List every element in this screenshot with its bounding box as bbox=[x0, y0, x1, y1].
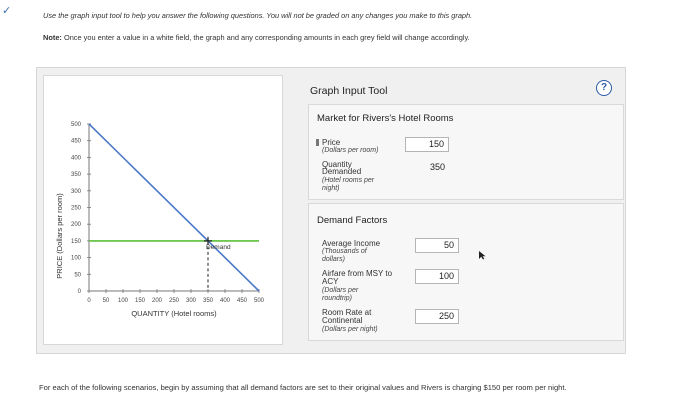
note-body: Once you enter a value in a white field,… bbox=[63, 33, 470, 42]
demand-factors-title: Demand Factors bbox=[317, 215, 388, 226]
quantity-demanded-unit-2: night) bbox=[322, 185, 340, 192]
price-marker-icon bbox=[316, 139, 319, 146]
graph-panel: 0 50 100 150 200 250 300 350 400 450 500 0 50 100 150 2… bbox=[43, 75, 283, 345]
demand-curve-label: Demand bbox=[206, 244, 231, 251]
y-tick-label: 200 bbox=[71, 222, 82, 228]
room-rate-unit: (Dollars per night) bbox=[322, 326, 378, 333]
room-rate-label-2: Continental bbox=[322, 316, 363, 325]
x-tick-label: 0 bbox=[87, 298, 91, 304]
y-tick-label: 150 bbox=[71, 239, 82, 245]
demand-graph[interactable]: 0 50 100 150 200 250 300 350 400 450 500 0 50 100 150 2… bbox=[44, 76, 284, 346]
airfare-unit-1: (Dollars per bbox=[322, 287, 359, 294]
x-tick-label: 500 bbox=[254, 298, 265, 304]
note-text: Note: Once you enter a value in a white … bbox=[43, 33, 470, 42]
income-unit-1: (Thousands of bbox=[322, 248, 367, 255]
x-tick-label: 100 bbox=[118, 298, 129, 304]
note-label: Note: bbox=[43, 33, 62, 42]
income-label: Average Income bbox=[322, 239, 381, 248]
x-tick-label: 450 bbox=[237, 298, 248, 304]
x-tick-label: 350 bbox=[203, 298, 214, 304]
room-rate-field[interactable]: 250 bbox=[415, 309, 459, 324]
y-tick-label: 350 bbox=[71, 172, 82, 178]
tool-title: Graph Input Tool bbox=[310, 85, 388, 97]
airfare-label-2: ACY bbox=[322, 277, 339, 286]
airfare-field[interactable]: 100 bbox=[415, 269, 459, 284]
y-tick-label: 100 bbox=[71, 256, 82, 262]
x-tick-label: 50 bbox=[103, 298, 110, 304]
quantity-demanded-value: 350 bbox=[429, 162, 445, 172]
quantity-demanded-unit-1: (Hotel rooms per bbox=[322, 177, 375, 184]
x-axis-label: QUANTITY (Hotel rooms) bbox=[131, 309, 217, 318]
check-icon: ✓ bbox=[2, 5, 12, 17]
y-tick-label: 500 bbox=[71, 122, 82, 128]
x-tick-label: 150 bbox=[135, 298, 146, 304]
price-unit: (Dollars per room) bbox=[322, 147, 379, 154]
x-tick-label: 400 bbox=[220, 298, 231, 304]
help-icon[interactable]: ? bbox=[596, 80, 612, 96]
y-tick-label: 450 bbox=[71, 139, 82, 145]
instruction-text: Use the graph input tool to help you ans… bbox=[43, 11, 473, 20]
y-tick-label: 300 bbox=[71, 189, 82, 195]
y-tick-label: 50 bbox=[74, 272, 81, 278]
market-title: Market for Rivers's Hotel Rooms bbox=[317, 113, 454, 124]
price-field[interactable]: 150 bbox=[405, 137, 449, 152]
x-tick-label: 200 bbox=[152, 298, 163, 304]
average-income-field[interactable]: 50 bbox=[415, 238, 459, 253]
price-label: Price bbox=[322, 138, 341, 147]
quantity-demanded-label-2: Demanded bbox=[322, 167, 362, 176]
x-tick-label: 300 bbox=[186, 298, 197, 304]
demand-curve bbox=[88, 123, 260, 292]
y-axis-label: PRICE (Dollars per room) bbox=[55, 193, 64, 279]
airfare-unit-2: roundtrip) bbox=[322, 295, 352, 302]
x-tick-label: 250 bbox=[169, 298, 180, 304]
mouse-cursor-icon bbox=[479, 251, 486, 260]
y-tick-label: 250 bbox=[71, 206, 82, 212]
income-unit-2: dollars) bbox=[322, 256, 345, 263]
y-tick-label: 400 bbox=[71, 155, 82, 161]
y-tick-label: 0 bbox=[78, 289, 82, 295]
scenario-instructions: For each of the following scenarios, beg… bbox=[39, 383, 567, 392]
